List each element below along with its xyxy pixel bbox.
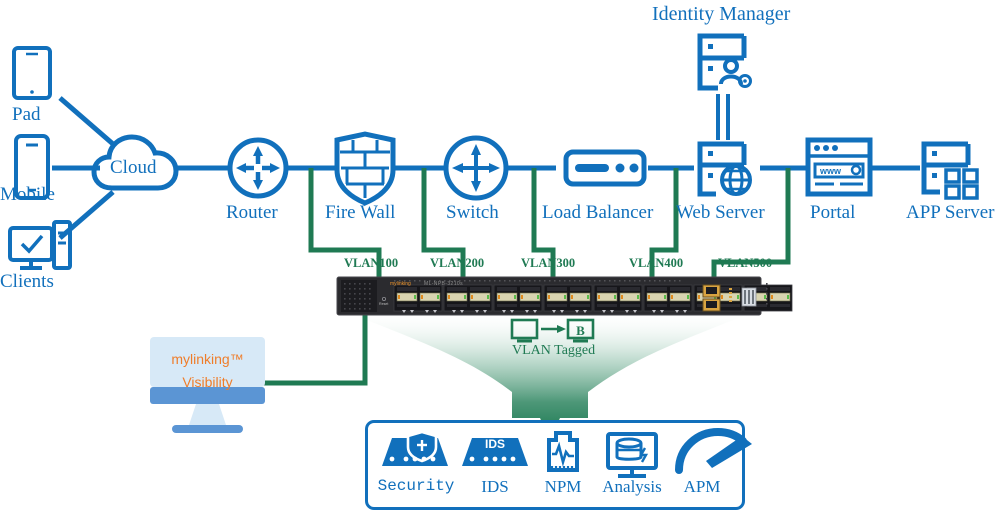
tool-label-security: Security xyxy=(377,477,455,495)
tool-analysis[interactable]: Analysis xyxy=(596,478,668,495)
tool-apm[interactable]: APM xyxy=(670,478,734,495)
analysis-database-icon xyxy=(606,432,658,478)
network-diagram: www Identity Manager Pad Mobile Clients xyxy=(0,0,1000,514)
tool-security[interactable]: Security xyxy=(376,478,456,494)
tool-ids[interactable]: IDS xyxy=(463,478,527,495)
tool-label-ids: IDS xyxy=(481,477,509,496)
svg-text:IDS: IDS xyxy=(485,437,505,451)
ids-appliance-icon: IDS xyxy=(462,437,528,466)
security-appliance-icon xyxy=(382,430,448,466)
tool-label-apm: APM xyxy=(683,477,721,496)
tool-npm[interactable]: NPM xyxy=(531,478,595,495)
tool-label-npm: NPM xyxy=(544,477,582,496)
apm-gauge-icon xyxy=(675,427,752,474)
tool-label-analysis: Analysis xyxy=(602,477,662,496)
npm-waveform-icon xyxy=(547,431,579,472)
tools-icon-layer: IDS xyxy=(382,427,752,478)
